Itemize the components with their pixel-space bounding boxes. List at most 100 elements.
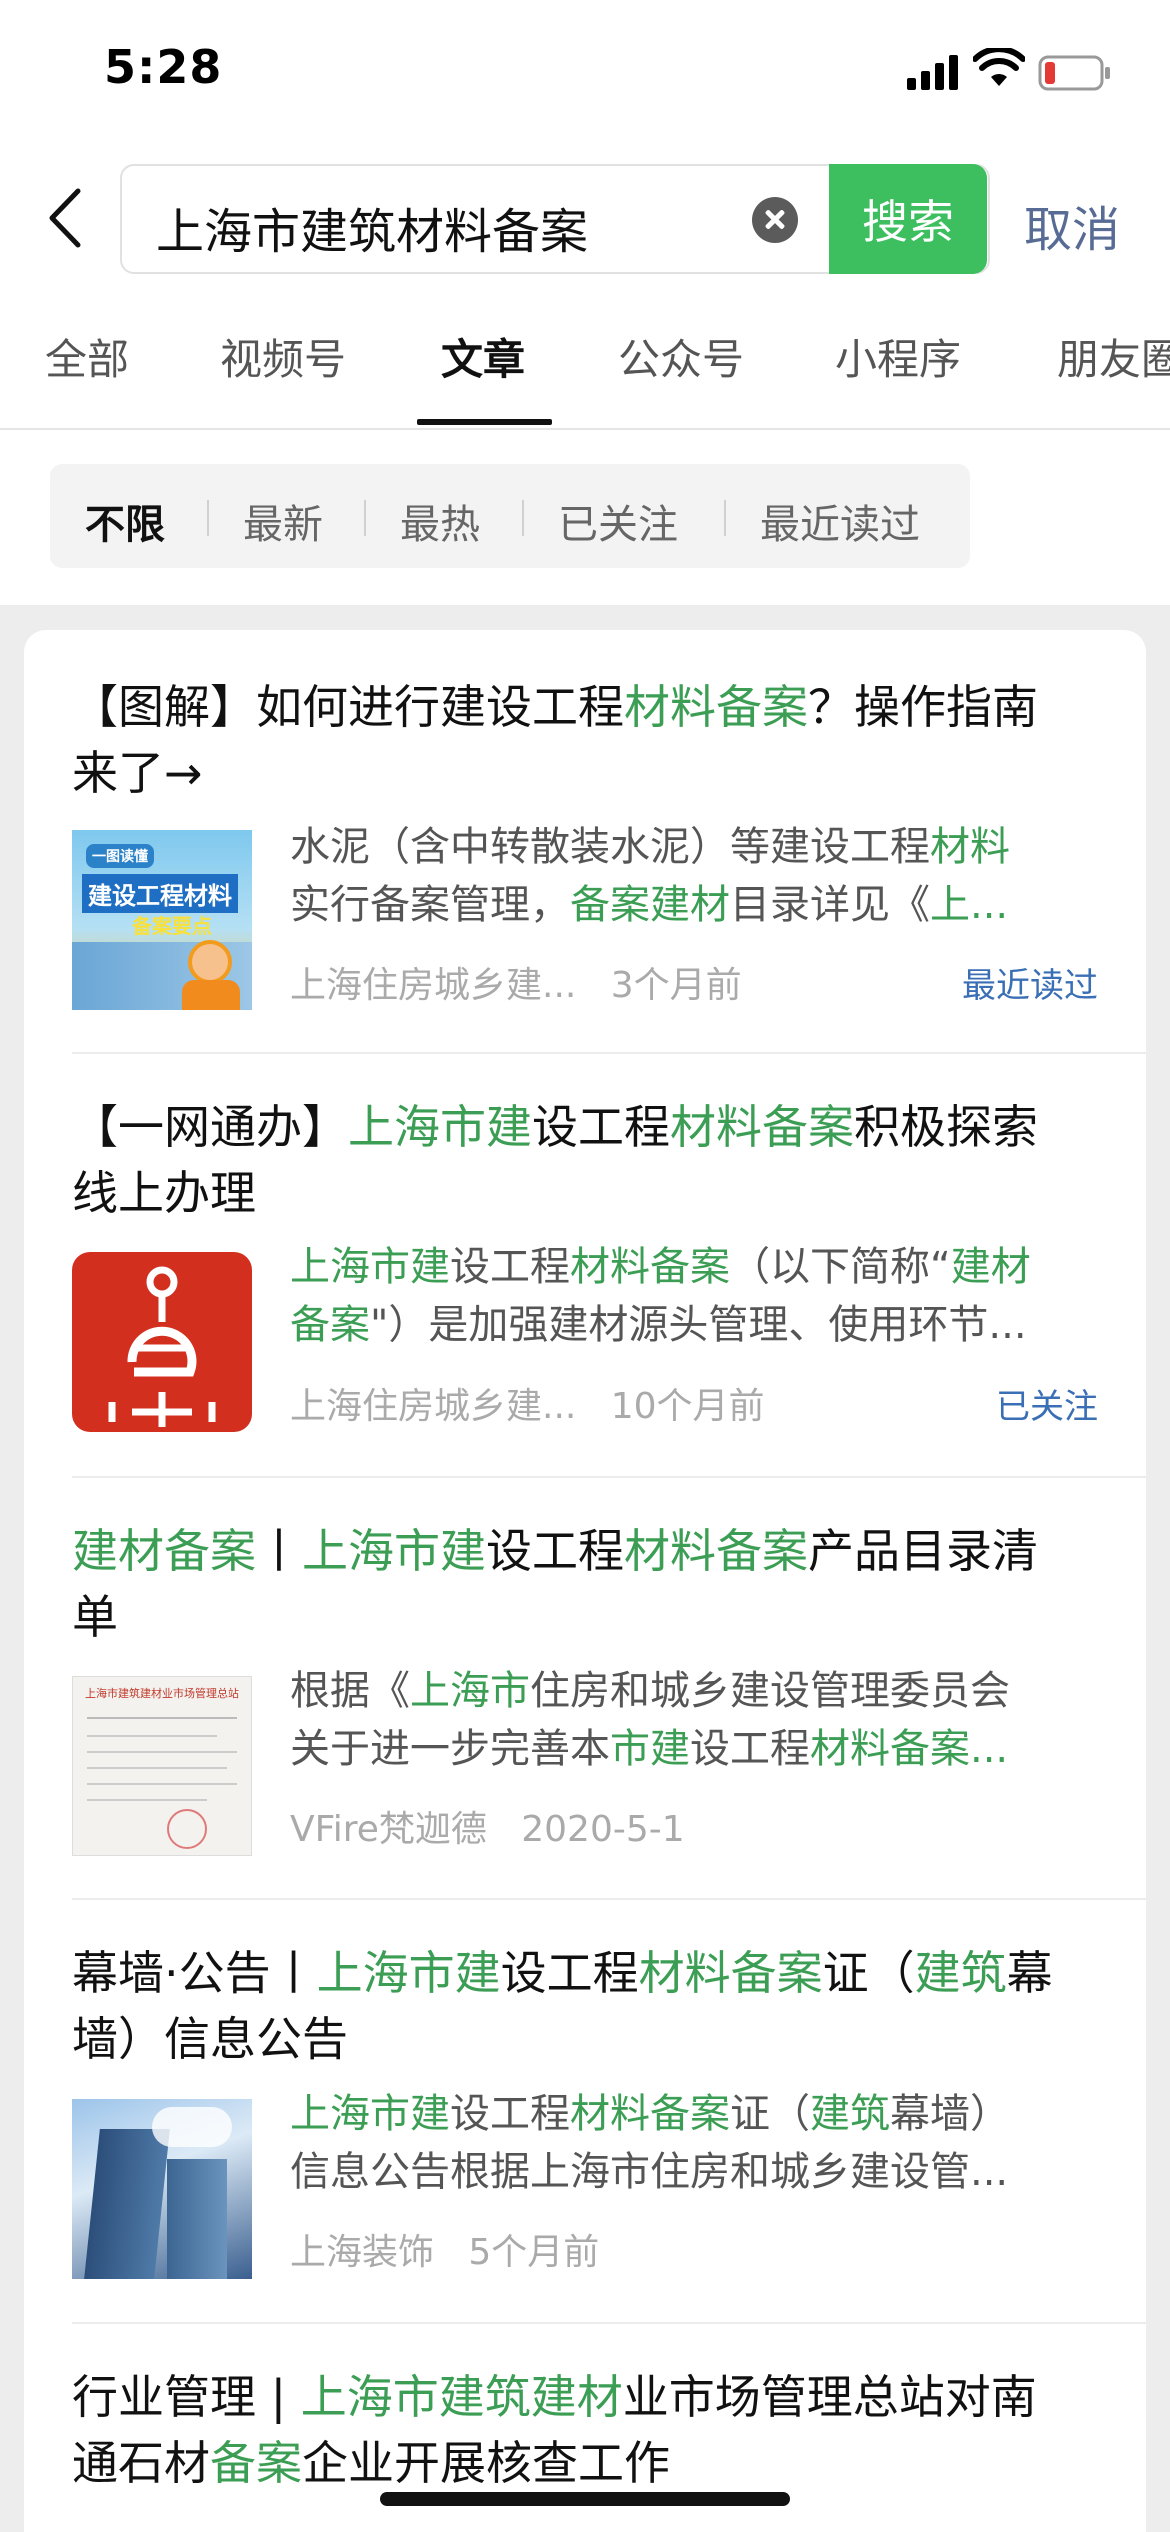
tab-official-accounts[interactable]: 公众号 [618,326,744,387]
text-segment: 住房和城乡建设管理委员会 [530,1668,1010,1714]
status-time: 5:28 [104,40,223,94]
filter-separator [364,500,366,536]
thumbnail-worker-body [182,980,240,1010]
text-segment: 幕墙） [890,2091,1010,2137]
highlighted-keyword: 上... [930,882,1009,928]
result-source: 上海装饰 [290,2232,435,2273]
highlighted-keyword: 上海市建筑建材 [300,2370,623,2424]
result-title[interactable]: 建材备案丨上海市建设工程材料备案产品目录清单 [72,1518,1072,1650]
tab-channels[interactable]: 视频号 [220,326,346,387]
result-title[interactable]: 【图解】如何进行建设工程材料备案？操作指南来了→ [72,674,1072,806]
thumbnail-heading: 建设工程材料 [82,874,238,913]
result-title[interactable]: 行业管理 | 上海市建筑建材业市场管理总站对南通石材备案企业开展核查工作 [72,2364,1072,2496]
result-meta: 上海住房城乡建... 3个月前 [290,956,742,1008]
snippet-line: 信息公告根据上海市住房和城乡建设管... [290,2143,1080,2201]
highlighted-keyword: 材料备案 [624,1524,808,1578]
snippet-line: 备案"）是加强建材源头管理、使用环节... [290,1296,1080,1354]
highlighted-keyword: 材料备案... [810,1726,1009,1772]
thumbnail-skyscraper [84,2129,170,2279]
highlighted-keyword: 备案建材 [570,882,730,928]
cellular-signal-icon [907,55,958,90]
highlighted-keyword: 材料 [930,824,1010,870]
article-thumbnail[interactable] [72,2099,252,2279]
text-segment: 行业管理 | [72,2370,301,2424]
highlighted-keyword: 建筑 [914,1946,1007,2000]
result-source: 上海住房城乡建... [290,965,577,1006]
tab-all[interactable]: 全部 [45,326,129,387]
search-button[interactable]: 搜索 [829,164,987,274]
highlighted-keyword: 材料备案 [670,1100,854,1154]
text-segment: 关于进一步完善本 [290,1726,610,1772]
result-date: 5个月前 [468,2232,600,2273]
filter-recently-read[interactable]: 最近读过 [760,492,920,550]
result-snippet: 上海市建设工程材料备案（以下简称“建材 备案"）是加强建材源头管理、使用环节..… [290,1238,1080,1354]
result-meta: 上海住房城乡建... 10个月前 [290,1377,765,1429]
text-segment: 设工程 [690,1726,810,1772]
result-source: 上海住房城乡建... [290,1386,577,1427]
highlighted-keyword: 材料备案 [638,1946,823,2000]
highlighted-keyword: 建材备案 [72,1524,256,1578]
thumbnail-badge: 一图读懂 [86,844,154,868]
result-source: VFire梵迦德 [290,1809,487,1850]
thumbnail-worker [188,940,232,984]
text-segment: 根据《 [290,1668,410,1714]
text-segment: 实行备案管理， [290,882,570,928]
filter-any[interactable]: 不限 [85,492,165,550]
text-segment: 水泥（含中转散装水泥）等建设工程 [290,824,930,870]
battery-icon [1038,55,1110,91]
result-date: 3个月前 [610,965,742,1006]
snippet-line: 根据《上海市住房和城乡建设管理委员会 [290,1662,1080,1720]
article-thumbnail[interactable] [72,1252,252,1432]
result-meta: 上海装饰 5个月前 [290,2223,599,2275]
snippet-line: 上海市建设工程材料备案证（建筑幕墙） [290,2085,1080,2143]
tab-moments[interactable]: 朋友圈 [1057,326,1170,387]
highlighted-keyword: 市建 [610,1726,690,1772]
tab-mini-programs[interactable]: 小程序 [835,326,961,387]
text-segment: 【图解】如何进行建设工程 [72,680,624,734]
article-thumbnail[interactable]: 上海市建筑建材业市场管理总站 [72,1676,252,1856]
shanghai-e-logo-icon [108,1266,216,1427]
result-title[interactable]: 【一网通办】上海市建设工程材料备案积极探索线上办理 [72,1094,1072,1226]
result-meta: VFire梵迦德 2020-5-1 [290,1800,685,1852]
thumbnail-cloud [152,2107,232,2147]
thumbnail-skyscraper [167,2159,227,2279]
result-date: 10个月前 [610,1386,765,1427]
result-snippet: 上海市建设工程材料备案证（建筑幕墙） 信息公告根据上海市住房和城乡建设管... [290,2085,1080,2201]
highlighted-keyword: 建筑 [810,2091,890,2137]
text-segment: 【一网通办】 [72,1100,348,1154]
tab-articles[interactable]: 文章 [441,326,525,387]
filter-followed[interactable]: 已关注 [558,492,678,550]
highlighted-keyword: 上海市建 [290,1244,450,1290]
thumbnail-stamp [167,1809,207,1849]
thumbnail-doc-line [87,1717,237,1719]
thumbnail-doc-line [87,1751,237,1753]
back-chevron-icon[interactable] [40,185,90,251]
search-query-text[interactable]: 上海市建筑材料备案 [156,192,588,262]
article-thumbnail[interactable]: 一图读懂 建设工程材料 备案要点 [72,830,252,1010]
text-segment: 证（ [730,2091,810,2137]
active-tab-indicator [417,419,552,425]
filter-separator [522,500,524,536]
result-tag: 最近读过 [962,966,1098,1006]
text-segment: 设工程 [532,1100,670,1154]
text-segment: 证（ [822,1946,915,2000]
category-tabs: 全部 视频号 文章 公众号 小程序 朋友圈 [0,326,1170,426]
snippet-line: 关于进一步完善本市建设工程材料备案... [290,1720,1080,1778]
divider [72,1898,1146,1900]
text-segment: 设工程 [450,1244,570,1290]
highlighted-keyword: 上海市 [410,1668,530,1714]
text-segment: 设工程 [450,2091,570,2137]
text-segment: 设工程 [486,1524,624,1578]
result-title[interactable]: 幕墙·公告丨上海市建设工程材料备案证（建筑幕墙）信息公告 [72,1940,1072,2072]
highlighted-keyword: 备案 [210,2436,302,2490]
highlighted-keyword: 材料备案 [624,680,808,734]
snippet-line: 水泥（含中转散装水泥）等建设工程材料 [290,818,1080,876]
clear-icon[interactable] [752,197,798,243]
thumbnail-doc-line [87,1799,207,1801]
filter-hottest[interactable]: 最热 [400,492,480,550]
filter-latest[interactable]: 最新 [243,492,323,550]
cancel-button[interactable]: 取消 [1024,190,1120,260]
text-segment: 幕墙·公告丨 [72,1946,317,2000]
text-segment: 信息公告根据上海市住房和城乡建设管... [290,2149,1009,2195]
text-segment: 丨 [256,1524,302,1578]
